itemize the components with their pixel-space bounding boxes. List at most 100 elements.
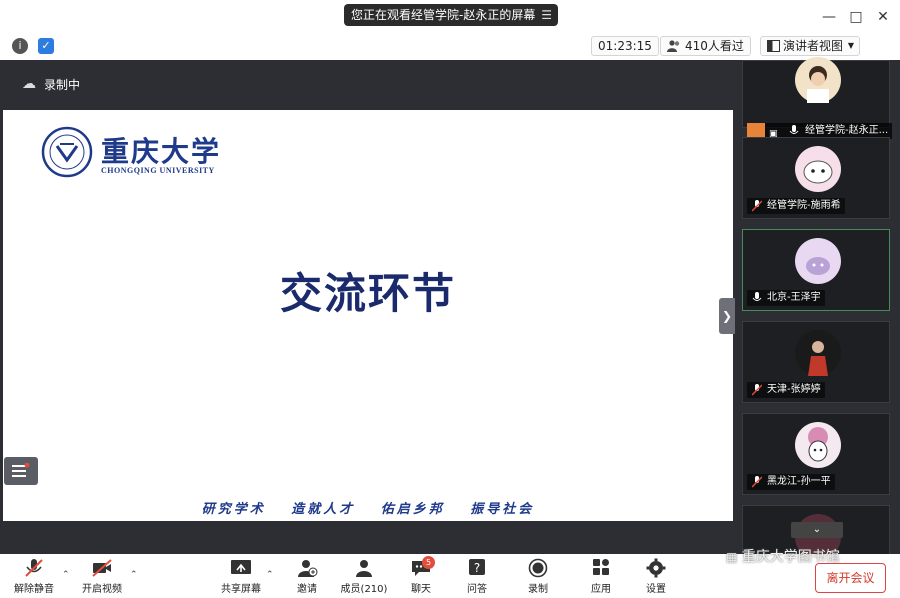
participant-tile[interactable]: 天津-张婷婷 [742,321,890,403]
banner-menu-icon[interactable]: ☰ [541,4,552,26]
avatar-cartoon [808,427,828,462]
avatar-cartoon [806,257,830,275]
mic-muted-icon [752,476,762,488]
view-mode-label: 演讲者视图 [783,39,844,53]
avatar-cartoon [803,160,833,184]
share-screen-icon [231,560,251,574]
title-bar: 您正在观看经管学院-赵永正的屏幕 ☰ — □ ✕ [0,0,900,34]
settings-button[interactable]: 设置 [628,556,684,598]
screen-share-banner[interactable]: 您正在观看经管学院-赵永正的屏幕 ☰ [344,4,558,26]
participant-name: 天津-张婷婷 [767,384,821,395]
maximize-icon[interactable]: □ [847,8,865,26]
chat-button[interactable]: 聊天 [393,556,449,598]
meeting-info-bar: i ✓ 01:23:15 410人看过 演讲者视图 ▼ [0,34,900,88]
invite-button[interactable]: 邀请 [279,556,335,598]
share-screen-button[interactable]: 共享屏幕 [213,556,269,598]
members-button[interactable]: 成员(210) [336,556,392,598]
viewer-count[interactable]: 410人看过 [660,36,751,56]
avatar [795,238,841,284]
close-icon[interactable]: ✕ [874,8,892,26]
avatar [795,330,841,376]
participant-tile[interactable]: 黑龙江-孙一平 [742,413,890,495]
mic-muted-icon [25,559,43,577]
record-icon [528,558,548,578]
question-icon: ? [469,559,485,575]
share-screen-label: 共享屏幕 [221,584,261,595]
gear-icon [646,558,666,578]
invite-label: 邀请 [297,584,317,595]
mic-icon [789,125,799,134]
chevron-right-icon: ❯ [721,309,733,323]
mic-muted-icon [752,384,762,396]
start-video-button[interactable]: 开启视频 [74,556,130,598]
slide-motto: 研究学术 造就人才 佑启乡邦 振导社会 [201,502,535,517]
layout-icon [767,40,780,52]
participant-nameplate: 天津-张婷婷 [747,382,825,398]
avatar [795,57,841,103]
add-user-icon [298,560,318,577]
leave-meeting-button[interactable]: 离开会议 [815,563,886,593]
meeting-timer: 01:23:15 [591,36,659,56]
participant-nameplate: 经管学院-施雨希 [747,198,845,214]
info-icon[interactable]: i [12,38,28,54]
meeting-window: 您正在观看经管学院-赵永正的屏幕 ☰ — □ ✕ i ✓ 01:23:15 41… [0,0,900,598]
participant-name: 经管学院-赵永正... [805,125,889,136]
people-icon [356,560,372,577]
university-emblem [41,126,93,178]
video-options-caret[interactable]: ⌃ [130,570,138,580]
avatar [795,146,841,192]
start-video-label: 开启视频 [82,584,122,595]
svg-text:?: ? [474,561,480,575]
participant-name: 北京-王泽宇 [767,292,821,303]
presentation-slide: 重庆大学 CHONGQING UNIVERSITY 交流环节 研究学术 造就人才… [3,110,733,521]
people-icon [667,40,680,52]
unmute-button[interactable]: 解除静音 [6,556,62,598]
apps-button[interactable]: 应用 [573,556,629,598]
participant-tile[interactable]: ▣ 经管学院-赵永正... [742,57,893,139]
avatar-photo [807,66,829,103]
annotation-menu-button[interactable] [4,457,38,485]
record-label: 录制 [528,584,548,595]
apps-icon [593,559,609,575]
scroll-down-button[interactable]: ⌄ [791,522,843,538]
shared-screen-area: ☁ 录制中 重庆大学 CHONGQING UNIVERSITY 交流环节 研究学… [0,60,735,554]
viewer-count-label: 410人看过 [685,39,744,53]
share-options-caret[interactable]: ⌃ [266,570,274,580]
list-icon [12,463,30,477]
participant-name: 黑龙江-孙一平 [767,476,831,487]
audio-options-caret[interactable]: ⌃ [62,570,70,580]
recording-bar: ☁ 录制中 [0,60,735,110]
participant-nameplate: 黑龙江-孙一平 [747,474,835,490]
settings-label: 设置 [646,584,666,595]
qa-button[interactable]: ? 问答 [449,556,505,598]
chevron-down-icon: ⌄ [812,524,822,535]
participant-name: 经管学院-施雨希 [767,200,841,211]
view-mode-dropdown[interactable]: 演讲者视图 ▼ [760,36,860,56]
participant-strip: ▣ 经管学院-赵永正... 经管学院-施雨希 北京-王泽宇 天津-张婷婷 黑龙江… [735,57,900,560]
recording-label: 录制中 [44,78,81,92]
university-name-en: CHONGQING UNIVERSITY [101,166,215,175]
participant-tile[interactable]: 北京-王泽宇 [742,229,890,311]
avatar [795,422,841,468]
unmute-label: 解除静音 [14,584,54,595]
mic-icon [752,292,762,301]
chevron-down-icon: ▼ [847,41,854,50]
record-button[interactable]: 录制 [510,556,566,598]
participant-nameplate: 北京-王泽宇 [747,290,825,306]
qa-label: 问答 [467,584,487,595]
watermark-logo-icon: ▦ [726,550,738,564]
cloud-icon: ☁ [22,76,36,92]
university-name-cn: 重庆大学 [101,135,222,168]
slide-title: 交流环节 [279,269,456,318]
collapse-strip-button[interactable]: ❯ [719,298,735,334]
chat-label: 聊天 [411,584,431,595]
chat-unread-badge: 5 [422,556,435,569]
participant-tile[interactable]: 经管学院-施雨希 [742,137,890,219]
shield-icon[interactable]: ✓ [38,38,54,54]
mic-muted-icon [752,200,762,212]
members-label: 成员(210) [340,584,388,595]
banner-text: 您正在观看经管学院-赵永正的屏幕 [351,8,536,22]
video-off-icon [92,559,112,577]
avatar-photo [808,341,828,376]
minimize-icon[interactable]: — [820,8,838,26]
